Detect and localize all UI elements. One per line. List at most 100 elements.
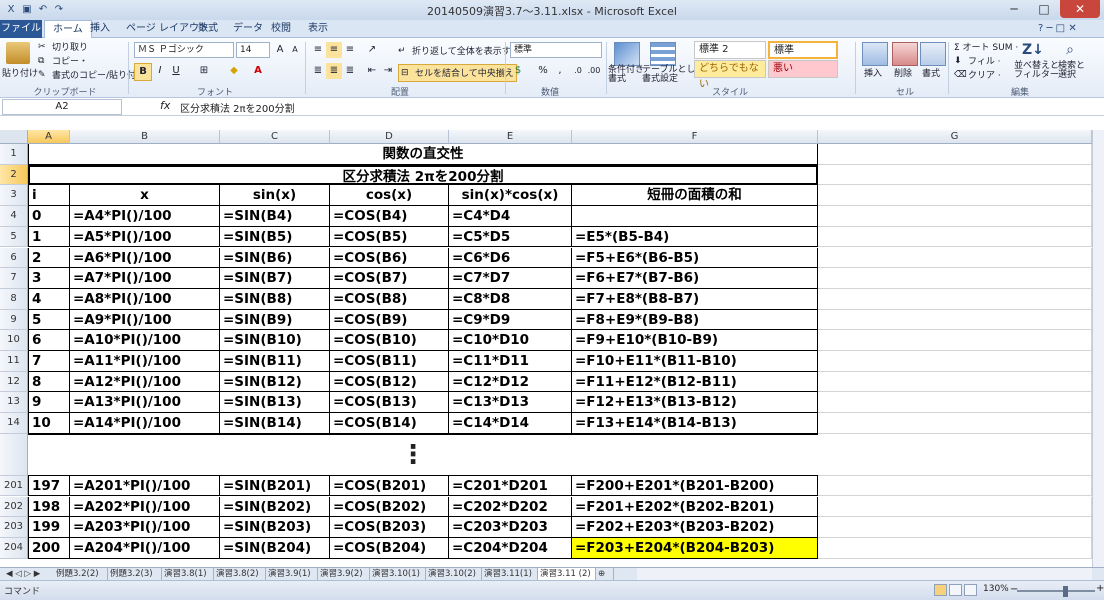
format-cells-button[interactable]: 書式 xyxy=(922,66,940,79)
cell-a4[interactable]: 0 xyxy=(28,206,70,227)
cell-g11[interactable] xyxy=(818,351,1092,372)
cell-b14[interactable]: =A14*PI()/100 xyxy=(70,413,220,434)
cell-b12[interactable]: =A12*PI()/100 xyxy=(70,371,220,393)
select-all-corner[interactable] xyxy=(0,130,28,144)
cell-f14[interactable]: =F13+E14*(B14-B13) xyxy=(572,413,818,434)
cell-e202[interactable]: =C202*D202 xyxy=(449,496,572,518)
cell-a204[interactable]: 200 xyxy=(28,537,70,559)
underline-button[interactable]: U xyxy=(168,63,184,79)
cell-a14[interactable]: 10 xyxy=(28,413,70,434)
row-header[interactable]: 203 xyxy=(0,517,28,538)
cell-c12[interactable]: =SIN(B12) xyxy=(220,371,330,393)
cell-g10[interactable] xyxy=(818,330,1092,351)
cell-f204[interactable]: =F203+E204*(B204-B203) xyxy=(572,537,818,559)
sheet-tab[interactable]: 演習3.11 (2) xyxy=(538,568,596,580)
cell-g7[interactable] xyxy=(818,268,1092,289)
sheet-tab[interactable]: 演習3.8(1) xyxy=(162,568,214,580)
column-header-f[interactable]: F xyxy=(572,130,818,144)
cell-g[interactable] xyxy=(818,433,1092,476)
cell-c5[interactable]: =SIN(B5) xyxy=(220,226,330,248)
decrease-decimal-icon[interactable]: .00 xyxy=(586,63,602,79)
cell-e10[interactable]: =C10*D10 xyxy=(449,330,572,351)
cell-f201[interactable]: =F200+E201*(B201-B200) xyxy=(572,475,818,497)
minimize-button[interactable]: ─ xyxy=(1000,0,1028,18)
cell-g1[interactable] xyxy=(818,144,1092,165)
cell-d13[interactable]: =COS(B13) xyxy=(330,392,449,414)
cell-a203[interactable]: 199 xyxy=(28,517,70,538)
align-left-icon[interactable]: ≣ xyxy=(310,63,326,79)
cell-c204[interactable]: =SIN(B204) xyxy=(220,537,330,559)
orientation-icon[interactable]: ↗ xyxy=(364,42,380,58)
cell-b201[interactable]: =A201*PI()/100 xyxy=(70,475,220,497)
border-icon[interactable]: ⊞ xyxy=(196,63,212,79)
binoculars-icon[interactable]: ⌕ xyxy=(1062,42,1078,58)
cell-d8[interactable]: =COS(B8) xyxy=(330,288,449,310)
cell-g13[interactable] xyxy=(818,392,1092,414)
row-header[interactable]: 11 xyxy=(0,351,28,372)
cell-b5[interactable]: =A5*PI()/100 xyxy=(70,226,220,248)
align-right-icon[interactable]: ≣ xyxy=(342,63,358,79)
column-header-a[interactable]: A xyxy=(28,130,70,144)
cell-e12[interactable]: =C12*D12 xyxy=(449,371,572,393)
align-middle-icon[interactable]: ≡ xyxy=(326,42,342,58)
help-icon[interactable]: ? ─ □ ✕ xyxy=(1030,20,1085,38)
subtitle-cell[interactable]: 区分求積法 2πを200分割 xyxy=(28,164,818,186)
cell-b7[interactable]: =A7*PI()/100 xyxy=(70,268,220,289)
cell-b13[interactable]: =A13*PI()/100 xyxy=(70,392,220,414)
name-box[interactable]: A2 xyxy=(2,99,122,115)
cell-d4[interactable]: =COS(B4) xyxy=(330,206,449,227)
cell-f13[interactable]: =F12+E13*(B13-B12) xyxy=(572,392,818,414)
cell-a201[interactable]: 197 xyxy=(28,475,70,497)
cell-e203[interactable]: =C203*D203 xyxy=(449,517,572,538)
cell-g203[interactable] xyxy=(818,517,1092,538)
cell-c10[interactable]: =SIN(B10) xyxy=(220,330,330,351)
cell-c11[interactable]: =SIN(B11) xyxy=(220,351,330,372)
cell-e14[interactable]: =C14*D14 xyxy=(449,413,572,434)
autosum-button[interactable]: Σ オート SUM · xyxy=(954,40,1018,53)
cell-c6[interactable]: =SIN(B6) xyxy=(220,247,330,269)
row-header[interactable]: 6 xyxy=(0,247,28,269)
cell-c13[interactable]: =SIN(B13) xyxy=(220,392,330,414)
row-header[interactable] xyxy=(0,433,28,476)
cell-d9[interactable]: =COS(B9) xyxy=(330,309,449,331)
close-button[interactable]: ✕ xyxy=(1060,0,1100,18)
cell-e9[interactable]: =C9*D9 xyxy=(449,309,572,331)
cell-g201[interactable] xyxy=(818,475,1092,497)
cell-a8[interactable]: 4 xyxy=(28,288,70,310)
increase-decimal-icon[interactable]: .0 xyxy=(570,63,586,79)
grow-font-icon[interactable]: A xyxy=(272,42,288,58)
column-header-d[interactable]: D xyxy=(330,130,449,144)
cell-a11[interactable]: 7 xyxy=(28,351,70,372)
cell-f5[interactable]: =E5*(B5-B4) xyxy=(572,226,818,248)
sheet-tab[interactable]: 例題3.2(3) xyxy=(108,568,162,580)
fill-button[interactable]: ⬇ フィル · xyxy=(954,54,1001,68)
tab-insert[interactable]: 挿入 xyxy=(82,20,118,38)
row-header[interactable]: 3 xyxy=(0,185,28,207)
cell-e13[interactable]: =C13*D13 xyxy=(449,392,572,414)
insert-function-icon[interactable]: fx xyxy=(160,99,170,112)
cell-d204[interactable]: =COS(B204) xyxy=(330,537,449,559)
cell-c4[interactable]: =SIN(B4) xyxy=(220,206,330,227)
paste-button[interactable]: 貼り付け xyxy=(2,66,38,79)
find-select-button[interactable]: 検索と 選択 xyxy=(1058,62,1085,80)
page-layout-view-icon[interactable] xyxy=(949,584,962,596)
format-table-icon[interactable] xyxy=(650,42,676,66)
row-header[interactable]: 1 xyxy=(0,144,28,165)
row-header[interactable]: 12 xyxy=(0,371,28,393)
cell-a3[interactable]: i xyxy=(28,185,70,207)
number-format-select[interactable]: 標準 xyxy=(510,42,602,58)
tab-view[interactable]: 表示 xyxy=(300,20,336,38)
cell-a7[interactable]: 3 xyxy=(28,268,70,289)
currency-icon[interactable]: $ xyxy=(510,63,526,79)
font-size-select[interactable]: 14 xyxy=(236,42,270,58)
row-header[interactable]: 202 xyxy=(0,496,28,518)
cell-b11[interactable]: =A11*PI()/100 xyxy=(70,351,220,372)
conditional-format-icon[interactable] xyxy=(614,42,640,66)
zoom-slider[interactable] xyxy=(1017,586,1095,597)
cell-d12[interactable]: =COS(B12) xyxy=(330,371,449,393)
cell-g12[interactable] xyxy=(818,371,1092,393)
cell-e8[interactable]: =C8*D8 xyxy=(449,288,572,310)
copy-button[interactable]: ⧉ コピー・ xyxy=(38,54,88,68)
cell-f8[interactable]: =F7+E8*(B8-B7) xyxy=(572,288,818,310)
sheet-tab[interactable]: 演習3.10(2) xyxy=(426,568,482,580)
